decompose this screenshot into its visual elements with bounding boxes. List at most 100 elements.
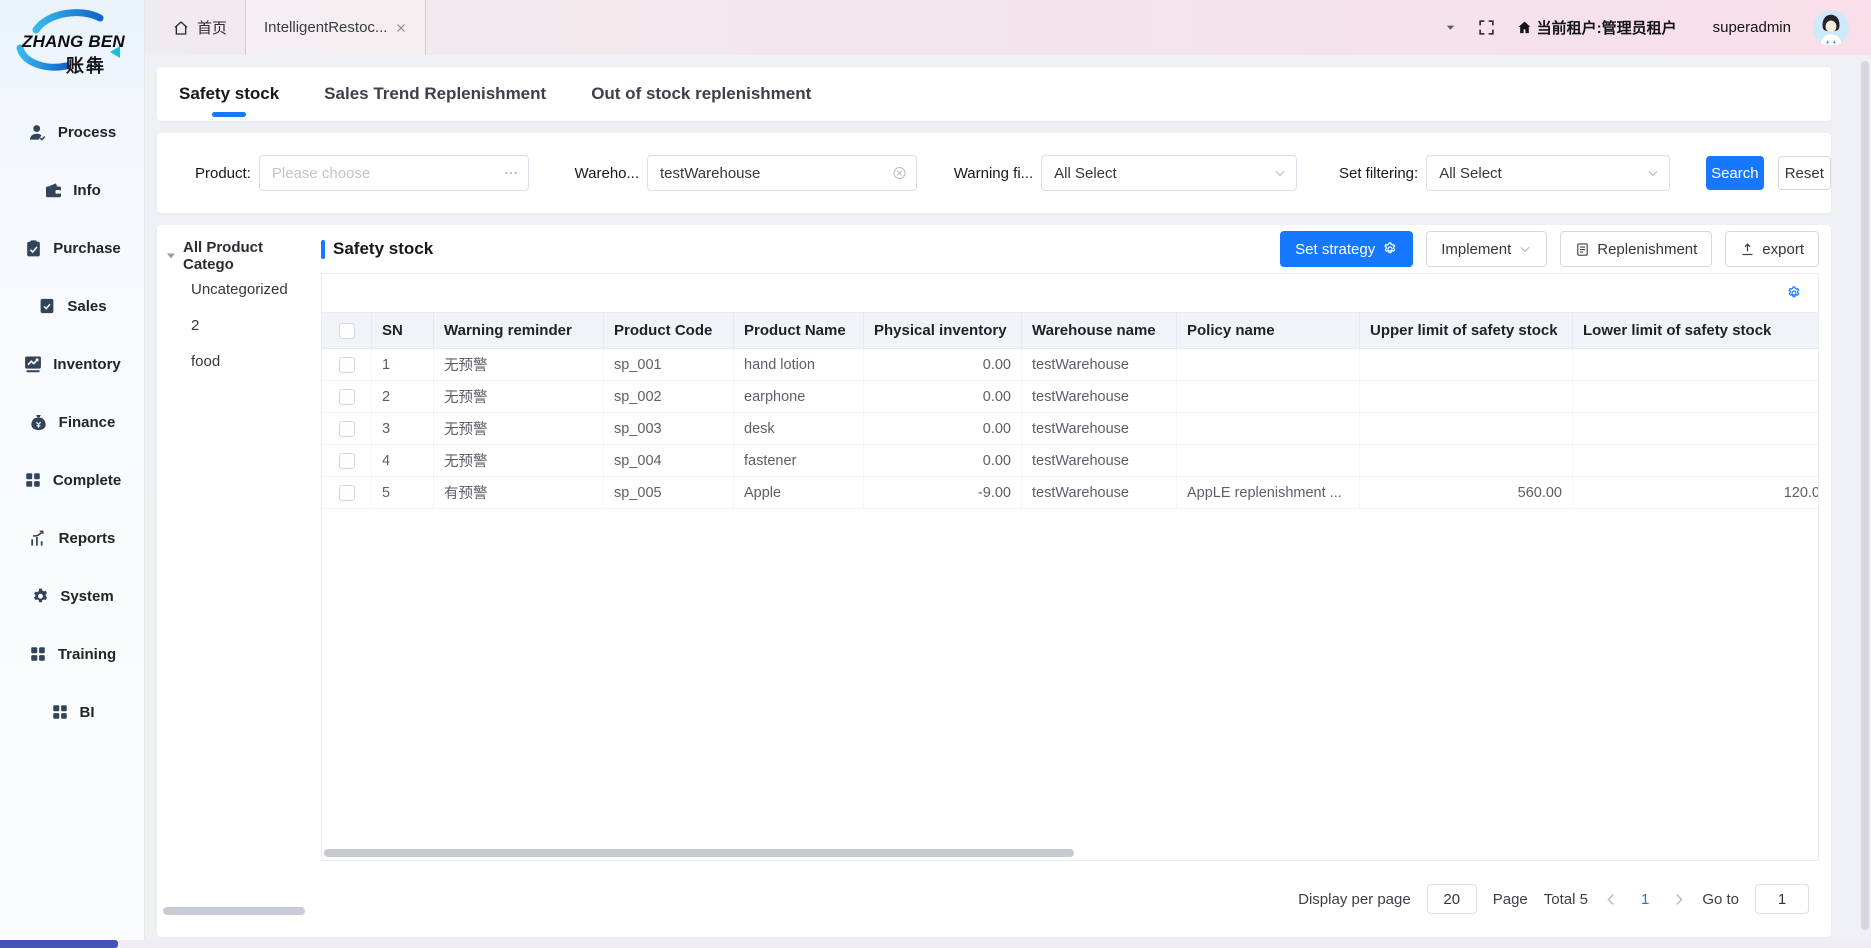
row-checkbox[interactable] — [339, 453, 355, 469]
tab-out-of-stock-replenishment[interactable]: Out of stock replenishment — [591, 67, 811, 121]
table-cell: 1 — [372, 349, 434, 380]
table-cell — [1177, 349, 1360, 380]
table-cell: earphone — [734, 381, 864, 412]
ellipsis-icon[interactable] — [503, 165, 519, 181]
caret-down-icon[interactable] — [1445, 22, 1456, 33]
window-vertical-scrollbar-thumb[interactable] — [1861, 61, 1869, 930]
tree-root-all-product-categories[interactable]: All Product Catego — [157, 241, 309, 271]
table-cell: testWarehouse — [1022, 445, 1177, 476]
table-row[interactable]: 5有预警sp_005Apple-9.00testWarehouseAppLE r… — [322, 477, 1818, 509]
table-cell: AppLE replenishment ... — [1177, 477, 1360, 508]
row-checkbox[interactable] — [339, 485, 355, 501]
table-cell — [1360, 381, 1573, 412]
topbar-tab-document[interactable]: IntelligentRestoc... — [245, 0, 426, 55]
row-checkbox-cell — [322, 413, 372, 444]
sidebar-item-info[interactable]: Info — [0, 172, 144, 208]
table-row[interactable]: 4无预警sp_004fastener0.00testWarehouse — [322, 445, 1818, 477]
sidebar-item-label: Inventory — [53, 356, 121, 373]
column-header: Warning reminder — [434, 313, 604, 348]
tree-scrollbar-thumb[interactable] — [163, 907, 305, 915]
panel-title: Safety stock — [321, 239, 433, 259]
topbar-right: 当前租户:管理员租户 superadmin — [1445, 10, 1871, 46]
table-cell: sp_005 — [604, 477, 734, 508]
avatar[interactable] — [1813, 10, 1849, 46]
username-label[interactable]: superadmin — [1713, 19, 1791, 36]
safety-stock-panel: All Product Catego Uncategorized2food Sa… — [157, 225, 1831, 937]
tab-sales-trend-replenishment[interactable]: Sales Trend Replenishment — [324, 67, 546, 121]
row-checkbox[interactable] — [339, 357, 355, 373]
chevron-left-icon[interactable] — [1604, 892, 1619, 907]
table-cell: sp_001 — [604, 349, 734, 380]
tree-item-uncategorized[interactable]: Uncategorized — [157, 271, 309, 307]
current-page-number[interactable]: 1 — [1635, 891, 1655, 908]
reset-button[interactable]: Reset — [1778, 156, 1831, 190]
column-settings-gear-icon[interactable] — [1786, 285, 1802, 301]
sidebar-item-purchase[interactable]: Purchase — [0, 230, 144, 266]
document-icon — [1575, 242, 1590, 257]
chevron-down-icon — [1273, 166, 1287, 180]
table-cell — [1177, 445, 1360, 476]
sidebar-item-training[interactable]: Training — [0, 636, 144, 672]
table-row[interactable]: 3无预警sp_003desk0.00testWarehouse — [322, 413, 1818, 445]
select-all-checkbox[interactable] — [339, 323, 355, 339]
tree-caret-icon[interactable] — [165, 250, 177, 262]
table-row[interactable]: 1无预警sp_001hand lotion0.00testWarehouse — [322, 349, 1818, 381]
sidebar-item-bi[interactable]: BI — [0, 694, 144, 730]
close-icon[interactable] — [395, 22, 407, 34]
warning-filter-label: Warning fi... — [954, 165, 1033, 182]
table-cell: sp_002 — [604, 381, 734, 412]
clear-circle-icon[interactable] — [892, 166, 907, 181]
replenishment-button[interactable]: Replenishment — [1560, 231, 1712, 267]
fullscreen-icon[interactable] — [1478, 19, 1495, 36]
product-input[interactable]: Please choose — [259, 155, 529, 191]
sidebar-item-system[interactable]: System — [0, 578, 144, 614]
tree-children: Uncategorized2food — [157, 271, 309, 379]
tab-label: Out of stock replenishment — [591, 84, 811, 104]
gear-icon — [30, 586, 50, 606]
warning-filter-select[interactable]: All Select — [1041, 155, 1297, 191]
tenant-indicator[interactable]: 当前租户:管理员租户 — [1517, 17, 1677, 38]
clipboard-check-icon — [23, 238, 43, 258]
topbar: 首页 IntelligentRestoc... 当前租户:管理员租户 super… — [145, 0, 1871, 55]
table-horizontal-scrollbar-thumb[interactable] — [324, 849, 1074, 857]
set-filtering-select[interactable]: All Select — [1426, 155, 1670, 191]
goto-page-input[interactable]: 1 — [1755, 884, 1809, 914]
tree-item-food[interactable]: food — [157, 343, 309, 379]
sidebar-item-label: BI — [80, 704, 95, 721]
table-cell: sp_003 — [604, 413, 734, 444]
set-strategy-button[interactable]: Set strategy — [1280, 231, 1413, 267]
table-row[interactable]: 2无预警sp_002earphone0.00testWarehouse — [322, 381, 1818, 413]
gear-outline-icon — [1382, 241, 1398, 257]
tab-safety-stock[interactable]: Safety stock — [179, 67, 279, 121]
row-checkbox[interactable] — [339, 421, 355, 437]
tree-item-2[interactable]: 2 — [157, 307, 309, 343]
user-check-icon — [28, 122, 48, 142]
row-checkbox[interactable] — [339, 389, 355, 405]
export-button[interactable]: export — [1725, 231, 1819, 267]
sidebar-item-process[interactable]: Process — [0, 114, 144, 150]
table-cell: testWarehouse — [1022, 381, 1177, 412]
display-per-page-label: Display per page — [1298, 891, 1411, 908]
implement-button[interactable]: Implement — [1426, 231, 1547, 267]
row-checkbox-cell — [322, 445, 372, 476]
page-size-input[interactable]: 20 — [1427, 884, 1477, 914]
window-vertical-scrollbar[interactable] — [1859, 55, 1871, 940]
topbar-tab-home[interactable]: 首页 — [155, 0, 245, 55]
table-cell: 4 — [372, 445, 434, 476]
sidebar-item-reports[interactable]: Reports — [0, 520, 144, 556]
total-count-label: Total 5 — [1544, 891, 1588, 908]
table-cell: 0.00 — [864, 349, 1022, 380]
warehouse-input[interactable]: testWarehouse — [647, 155, 917, 191]
sidebar-item-finance[interactable]: Finance — [0, 404, 144, 440]
table-cell — [1573, 349, 1819, 380]
sidebar-item-inventory[interactable]: Inventory — [0, 346, 144, 382]
sidebar-item-sales[interactable]: Sales — [0, 288, 144, 324]
table-toolbar — [322, 274, 1818, 312]
chevron-right-icon[interactable] — [1671, 892, 1686, 907]
search-button[interactable]: Search — [1706, 156, 1763, 190]
sidebar-item-complete[interactable]: Complete — [0, 462, 144, 498]
panel-actions: Set strategy Implement Replenishment — [1280, 231, 1819, 267]
table-cell — [1573, 413, 1819, 444]
document-tab-label: IntelligentRestoc... — [264, 19, 387, 36]
table-cell: 无预警 — [434, 381, 604, 412]
